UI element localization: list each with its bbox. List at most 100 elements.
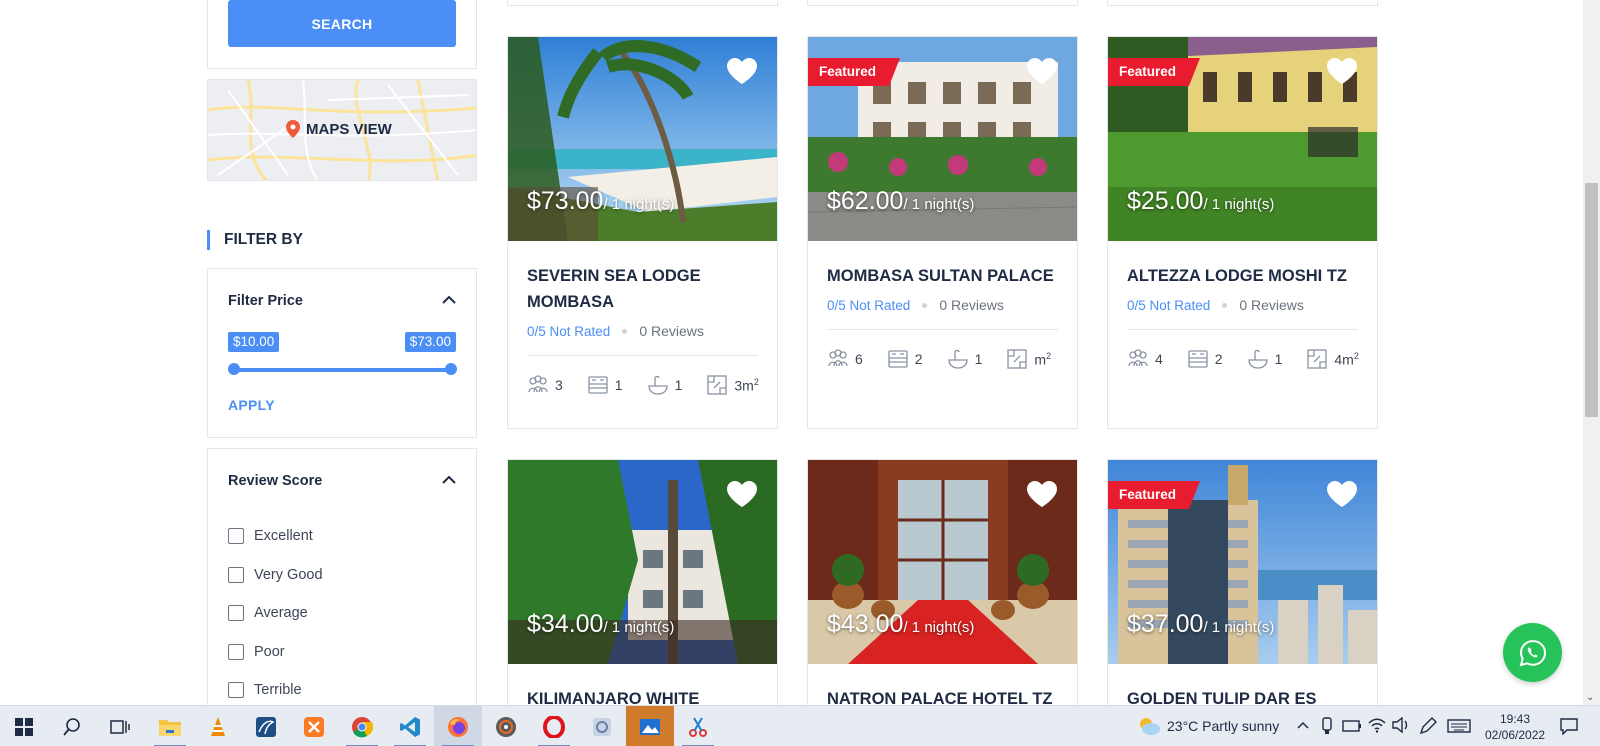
hotel-image[interactable]: Featured $25.00/ 1 night(s) <box>1108 37 1377 241</box>
scissors-icon <box>689 716 707 737</box>
price-min-label: $10.00 <box>228 332 280 352</box>
hotel-card[interactable]: Featured $25.00/ 1 night(s) ALTEZZA LODG… <box>1107 36 1378 429</box>
review-option-terrible[interactable]: Terrible <box>228 671 323 710</box>
area-icon <box>1307 349 1328 369</box>
scrollbar-thumb[interactable] <box>1585 183 1598 417</box>
gear-app-icon <box>593 717 611 736</box>
guests-icon <box>828 349 848 367</box>
xampp-icon[interactable] <box>290 706 338 746</box>
checkbox[interactable] <box>228 605 244 622</box>
search-button[interactable]: SEARCH <box>228 0 456 47</box>
maps-view-label: MAPS VIEW <box>286 120 392 138</box>
wifi-icon[interactable] <box>1368 717 1386 733</box>
heart-icon[interactable] <box>726 480 758 508</box>
whatsapp-button[interactable] <box>1503 623 1562 682</box>
price-amount: $34.00 <box>527 610 604 638</box>
divider <box>1127 329 1358 330</box>
checkbox[interactable] <box>228 682 244 699</box>
usb-device-icon[interactable] <box>1320 717 1334 735</box>
chrome-logo-icon <box>352 716 373 737</box>
separator-dot <box>1222 302 1228 308</box>
clock-time: 19:43 <box>1499 712 1531 726</box>
app-icon[interactable] <box>242 706 290 746</box>
scroll-down-arrow-icon[interactable]: ⌄ <box>1586 692 1594 703</box>
hotel-image[interactable]: Featured $37.00/ 1 night(s) <box>1108 460 1377 664</box>
vlc-icon[interactable] <box>194 706 242 746</box>
checkbox[interactable] <box>228 566 244 583</box>
snipping-icon[interactable] <box>674 706 722 746</box>
heart-icon[interactable] <box>1326 480 1358 508</box>
review-score-panel: Review Score Excellent Very Good Average… <box>207 448 477 746</box>
hotel-title[interactable]: MOMBASA SULTAN PALACE <box>827 263 1058 289</box>
chevron-up-icon[interactable] <box>442 295 456 305</box>
price-slider-min-handle[interactable] <box>228 363 240 375</box>
price-max-label: $73.00 <box>404 332 456 352</box>
price-amount: $37.00 <box>1127 610 1204 638</box>
hotel-title[interactable]: SEVERIN SEA LODGE MOMBASA <box>527 263 758 315</box>
price-slider-max-handle[interactable] <box>445 363 457 375</box>
firefox-icon[interactable] <box>434 706 482 746</box>
vscode-icon[interactable] <box>386 706 434 746</box>
tray-chevron-up-icon[interactable] <box>1297 721 1309 729</box>
battery-icon[interactable] <box>1342 718 1362 734</box>
opera-icon[interactable] <box>530 706 578 746</box>
baths-count: 1 <box>1274 351 1283 367</box>
weather-text[interactable]: 23°C Partly sunny <box>1167 718 1279 734</box>
reviews-count: 0 Reviews <box>639 323 704 339</box>
file-explorer-icon[interactable] <box>146 706 194 746</box>
price-slider-track[interactable] <box>234 368 451 372</box>
search-icon[interactable] <box>48 706 96 746</box>
review-option-poor[interactable]: Poor <box>228 633 323 672</box>
review-option-very-good[interactable]: Very Good <box>228 556 323 595</box>
xampp-logo-icon <box>304 716 324 737</box>
hotel-card[interactable]: $43.00/ 1 night(s) NATRON PALACE HOTEL T… <box>807 459 1078 719</box>
heart-icon[interactable] <box>1026 57 1058 85</box>
disc-icon <box>496 716 516 737</box>
heart-icon[interactable] <box>1026 480 1058 508</box>
hotel-card[interactable]: Featured $62.00/ 1 night(s) MOMBASA SULT… <box>807 36 1078 429</box>
heart-icon[interactable] <box>1326 57 1358 85</box>
weather-cloud-sun-icon[interactable] <box>1137 716 1161 736</box>
area-value: 3m2 <box>734 377 758 394</box>
checkbox[interactable] <box>228 528 244 545</box>
clock[interactable]: 19:43 02/06/2022 <box>1485 711 1545 743</box>
review-option-label: Average <box>254 605 308 622</box>
chrome-icon[interactable] <box>338 706 386 746</box>
media-icon[interactable] <box>482 706 530 746</box>
hotel-image[interactable]: $73.00/ 1 night(s) <box>508 37 777 241</box>
apply-button[interactable]: APPLY <box>228 397 275 413</box>
area-icon <box>707 375 728 395</box>
chevron-up-icon[interactable] <box>442 475 456 485</box>
divider <box>827 329 1058 330</box>
volume-icon[interactable] <box>1392 717 1410 733</box>
notifications-icon[interactable] <box>1560 717 1578 735</box>
traffic-cone-icon <box>211 716 225 736</box>
baths-count: 1 <box>674 377 683 393</box>
pen-icon[interactable] <box>1419 717 1437 735</box>
app2-icon[interactable] <box>578 706 626 746</box>
start-icon[interactable] <box>0 706 48 746</box>
review-option-excellent[interactable]: Excellent <box>228 517 323 556</box>
magnifier-icon <box>63 717 80 736</box>
photos-icon[interactable] <box>626 706 674 746</box>
reviews-count: 0 Reviews <box>1239 297 1304 313</box>
checkbox[interactable] <box>228 643 244 660</box>
keyboard-icon[interactable] <box>1447 719 1471 733</box>
hotel-card[interactable]: $73.00/ 1 night(s) SEVERIN SEA LODGE MOM… <box>507 36 778 429</box>
hotel-image[interactable]: $43.00/ 1 night(s) <box>808 460 1077 664</box>
card-stub <box>507 0 778 6</box>
review-option-average[interactable]: Average <box>228 594 323 633</box>
hotel-card[interactable]: Featured $37.00/ 1 night(s) GOLDEN TULIP… <box>1107 459 1378 719</box>
area-value: m2 <box>1034 351 1051 368</box>
task-view-icon[interactable] <box>96 706 144 746</box>
hotel-image[interactable]: $34.00/ 1 night(s) <box>508 460 777 664</box>
map-pin-icon <box>286 120 300 138</box>
maps-view-button[interactable]: MAPS VIEW <box>207 79 477 181</box>
bed-icon <box>888 350 908 368</box>
card-stub <box>807 0 1078 6</box>
hotel-title[interactable]: ALTEZZA LODGE MOSHI TZ <box>1127 263 1358 289</box>
heart-icon[interactable] <box>726 57 758 85</box>
hotel-image[interactable]: Featured $62.00/ 1 night(s) <box>808 37 1077 241</box>
area-number: m <box>1034 351 1047 368</box>
hotel-card[interactable]: $34.00/ 1 night(s) KILIMANJARO WHITE HOU… <box>507 459 778 734</box>
